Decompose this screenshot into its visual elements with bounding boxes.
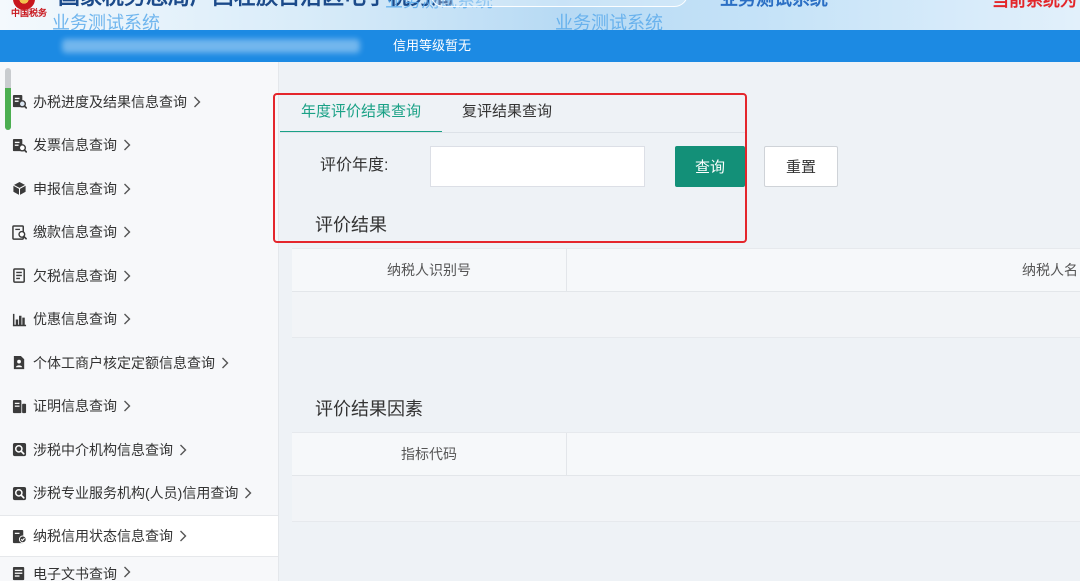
sidebar-item-arrears-query[interactable]: 欠税信息查询 <box>0 254 278 298</box>
sidebar-item-label: 发票信息查询 <box>33 137 117 154</box>
masked-taxpayer-info <box>62 39 360 53</box>
chevron-right-icon <box>179 530 187 542</box>
chevron-right-icon <box>123 226 131 238</box>
chevron-right-icon <box>123 270 131 282</box>
test-system-watermark: 业务测试系统 <box>720 0 828 8</box>
evaluation-year-label: 评价年度: <box>320 157 389 174</box>
chevron-right-icon <box>123 566 131 578</box>
sidebar-item-label: 电子文书查询 <box>33 565 117 581</box>
invoice-search-icon <box>12 138 27 153</box>
query-button[interactable]: 查询 <box>675 146 745 187</box>
top-banner: 中国税务 国家税务总局广西壮族自治区电子税务局 业务测试系统 业务测试系统 业务… <box>0 0 1080 30</box>
results-section-title: 评价结果 <box>315 215 387 235</box>
tab-divider <box>280 132 746 133</box>
chevron-right-icon <box>244 487 252 499</box>
arrears-doc-icon <box>12 268 27 284</box>
sidebar-item-certificate-query[interactable]: 证明信息查询 <box>0 385 278 429</box>
results-table-empty-row <box>292 292 1080 338</box>
sidebar-item-label: 申报信息查询 <box>33 180 117 197</box>
sidebar: 办税进度及结果信息查询 发票信息查询 申报信息查询 缴款信息查询 欠税信息查询 … <box>0 62 279 581</box>
sidebar-item-label: 纳税信用状态信息查询 <box>33 528 173 544</box>
column-header-indicator-code: 指标代码 <box>292 433 567 475</box>
sidebar-item-agency-query[interactable]: 涉税中介机构信息查询 <box>0 428 278 472</box>
test-system-watermark: 业务测试系统 <box>555 13 663 30</box>
test-system-watermark: 业务测试系统 <box>52 13 160 30</box>
results-table-header: 纳税人识别号 纳税人名 <box>292 248 1080 292</box>
sidebar-item-preferential-query[interactable]: 优惠信息查询 <box>0 298 278 342</box>
credit-status-icon <box>12 529 27 544</box>
sidebar-item-label: 缴款信息查询 <box>33 224 117 241</box>
column-header-taxpayer-name: 纳税人名 <box>1022 262 1078 278</box>
chevron-right-icon <box>123 139 131 151</box>
sidebar-item-label: 涉税专业服务机构(人员)信用查询 <box>33 485 239 502</box>
declaration-icon <box>12 181 27 196</box>
sidebar-item-progress-query[interactable]: 办税进度及结果信息查询 <box>0 80 278 124</box>
user-info-bar: 信用等级暂无 <box>0 30 1080 62</box>
sidebar-item-declaration-query[interactable]: 申报信息查询 <box>0 167 278 211</box>
chevron-right-icon <box>221 357 229 369</box>
sidebar-item-label: 个体工商户核定定额信息查询 <box>33 354 215 371</box>
sidebar-item-household-quota-query[interactable]: 个体工商户核定定额信息查询 <box>0 341 278 385</box>
sidebar-item-credit-status-query[interactable]: 纳税信用状态信息查询 <box>0 515 278 557</box>
sidebar-item-label: 涉税中介机构信息查询 <box>33 441 173 458</box>
credit-level-text: 信用等级暂无 <box>393 38 472 53</box>
payment-search-icon <box>12 224 27 240</box>
main-content: 年度评价结果查询 复评结果查询 评价年度: 查询 重置 评价结果 纳税人识别号 … <box>279 62 1080 581</box>
e-document-icon <box>12 566 27 581</box>
system-notice: 当前系统为 <box>992 0 1077 10</box>
sidebar-item-e-document-query[interactable]: 电子文书查询 <box>0 559 278 581</box>
sidebar-item-label: 优惠信息查询 <box>33 311 117 328</box>
sidebar-item-label: 办税进度及结果信息查询 <box>33 93 187 110</box>
agency-search-icon <box>12 442 27 457</box>
household-doc-icon <box>12 355 27 370</box>
tab-re-evaluation[interactable]: 复评结果查询 <box>442 92 572 133</box>
sidebar-item-label: 欠税信息查询 <box>33 267 117 284</box>
doc-search-icon <box>12 94 27 109</box>
header-search-box <box>430 0 688 7</box>
sidebar-item-payment-query[interactable]: 缴款信息查询 <box>0 211 278 255</box>
column-header-taxpayer-id: 纳税人识别号 <box>292 249 567 291</box>
logo-text: 中国税务 <box>11 8 48 18</box>
sidebar-item-label: 证明信息查询 <box>33 398 117 415</box>
reset-button[interactable]: 重置 <box>764 146 838 187</box>
certificate-icon <box>12 399 27 414</box>
factors-table-header: 指标代码 <box>292 432 1080 476</box>
chevron-right-icon <box>123 313 131 325</box>
chevron-right-icon <box>123 400 131 412</box>
chevron-right-icon <box>193 96 201 108</box>
factors-section-title: 评价结果因素 <box>315 399 423 419</box>
tab-annual-evaluation[interactable]: 年度评价结果查询 <box>280 92 442 133</box>
chevron-right-icon <box>179 444 187 456</box>
chevron-right-icon <box>123 183 131 195</box>
bar-chart-icon <box>12 312 27 327</box>
sidebar-item-service-agency-credit[interactable]: 涉税专业服务机构(人员)信用查询 <box>0 472 278 516</box>
sidebar-item-invoice-query[interactable]: 发票信息查询 <box>0 124 278 168</box>
service-agency-icon <box>12 486 27 501</box>
factors-table-empty-row <box>292 476 1080 522</box>
evaluation-year-input[interactable] <box>430 146 645 187</box>
